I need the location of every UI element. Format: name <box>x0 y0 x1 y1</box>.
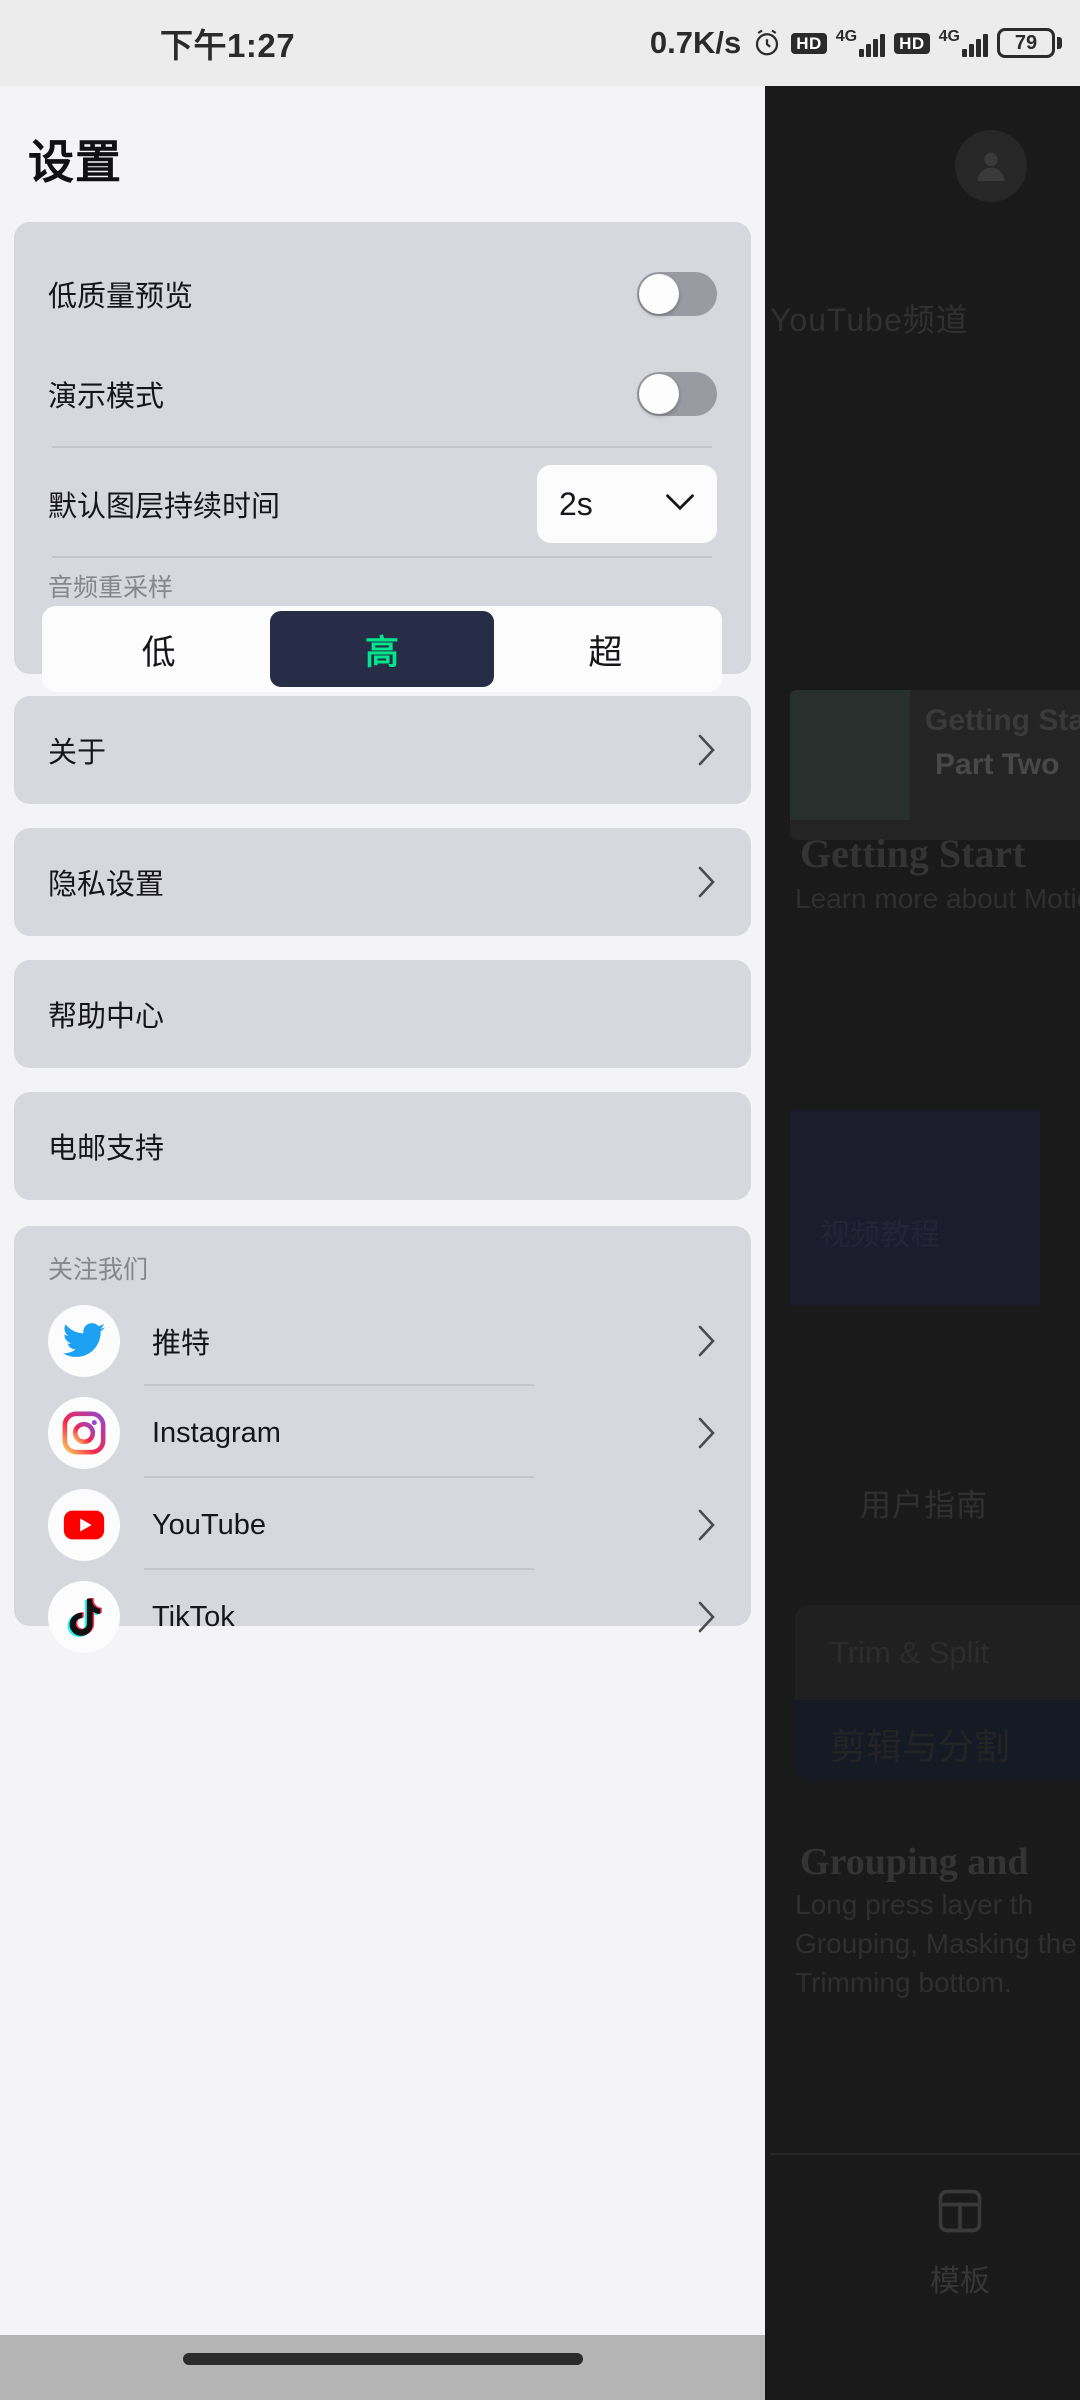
social-item-tiktok[interactable]: TikTok <box>14 1574 751 1660</box>
template-grid-icon <box>934 2185 986 2242</box>
segment-low[interactable]: 低 <box>47 611 270 687</box>
twitter-icon <box>48 1305 120 1377</box>
chevron-down-icon <box>665 493 695 516</box>
instagram-label: Instagram <box>152 1416 281 1449</box>
tutorial-heading-two: Grouping and <box>800 1841 1029 1883</box>
tutorial-overlay-line2: Part Two <box>935 748 1060 781</box>
demo-mode-label: 演示模式 <box>48 381 165 413</box>
network-type-2: 4G <box>938 28 960 45</box>
chevron-right-icon <box>697 1600 717 1634</box>
about-label: 关于 <box>48 737 107 769</box>
chevron-right-icon <box>697 865 717 899</box>
divider <box>52 446 712 448</box>
tutorial-overlay-line1: Getting Star <box>925 704 1080 737</box>
tutorial-body-one: Learn more about Motion! <box>795 883 1080 914</box>
social-item-twitter[interactable]: 推特 <box>14 1298 751 1384</box>
segment-high[interactable]: 高 <box>270 611 494 687</box>
home-indicator[interactable] <box>182 2353 583 2365</box>
audio-resample-segmented-control[interactable]: 低 高 超 <box>42 606 722 692</box>
hd-badge-1: HD <box>791 32 827 54</box>
page-title: 设置 <box>28 136 122 188</box>
tutorial-card-one[interactable]: Getting Star Part Two <box>790 690 1080 840</box>
row-demo-mode[interactable]: 演示模式 <box>14 346 751 442</box>
divider <box>144 1384 534 1386</box>
audio-resample-label: 音频重采样 <box>48 574 174 602</box>
divider <box>52 556 712 558</box>
default-layer-duration-label: 默认图层持续时间 <box>48 491 281 523</box>
follow-us-title: 关注我们 <box>48 1256 149 1284</box>
tutorial-heading-one: Getting Start <box>800 831 1026 876</box>
chevron-right-icon <box>697 1416 717 1450</box>
tutorial-card-two-band: 剪辑与分割 <box>795 1700 1080 1780</box>
bottom-nav-divider <box>770 2153 1080 2155</box>
tutorial-body-two: Long press layer th Grouping, Masking th… <box>795 1889 1080 1999</box>
tutorial-block[interactable]: 视频教程 <box>790 1110 1040 1305</box>
tutorial-thumbnail <box>790 690 910 820</box>
menu-item-help-center[interactable]: 帮助中心 <box>14 960 751 1068</box>
segment-ultra[interactable]: 超 <box>494 611 717 687</box>
tiktok-label: TikTok <box>152 1600 235 1633</box>
account-avatar-icon[interactable] <box>955 130 1027 202</box>
toggle-knob <box>639 274 679 314</box>
tab-templates[interactable]: 模板 <box>880 2185 1040 2300</box>
demo-mode-toggle[interactable] <box>637 372 717 416</box>
youtube-channel-link[interactable]: YouTube频道 <box>770 295 969 341</box>
help-center-label: 帮助中心 <box>48 1001 165 1033</box>
divider <box>144 1568 534 1570</box>
preferences-card: 低质量预览 演示模式 默认图层持续时间 2s 音频重采样 低 高 超 <box>14 222 751 692</box>
menu-item-privacy[interactable]: 隐私设置 <box>14 828 751 936</box>
status-bar-time: 下午1:27 <box>160 27 296 64</box>
tutorial-card-two[interactable]: Trim & Split 剪辑与分割 <box>795 1605 1080 1780</box>
tab-templates-label: 模板 <box>930 2265 990 2298</box>
follow-us-card: 关注我们 推特 Instagram YouTube TikTok <box>14 1226 751 1653</box>
low-quality-preview-toggle[interactable] <box>637 272 717 316</box>
battery-icon: 79 <box>997 28 1062 58</box>
row-low-quality-preview[interactable]: 低质量预览 <box>14 246 751 342</box>
default-layer-duration-value: 2s <box>559 485 593 522</box>
signal-bars-1: 4G <box>835 28 886 57</box>
low-quality-preview-label: 低质量预览 <box>48 281 194 313</box>
chevron-right-icon <box>697 733 717 767</box>
tutorial-block-label: 视频教程 <box>820 1219 940 1252</box>
tiktok-icon <box>48 1581 120 1653</box>
privacy-label: 隐私设置 <box>48 869 165 901</box>
menu-item-about[interactable]: 关于 <box>14 696 751 804</box>
menu-item-email-support[interactable]: 电邮支持 <box>14 1092 751 1200</box>
hd-badge-2: HD <box>894 32 930 54</box>
phone-screen: YouTube频道 Getting Star Part Two Getting … <box>0 0 1080 2400</box>
status-bar: 下午1:27 0.7K/s HD 4G HD 4G 79 <box>0 0 1080 86</box>
twitter-label: 推特 <box>152 1328 211 1360</box>
social-item-youtube[interactable]: YouTube <box>14 1482 751 1568</box>
network-type-1: 4G <box>835 28 858 45</box>
social-item-instagram[interactable]: Instagram <box>14 1390 751 1476</box>
tutorial-card-two-subtitle: 剪辑与分割 <box>830 1726 1011 1767</box>
divider <box>144 1476 534 1478</box>
alarm-clock-icon <box>752 28 782 58</box>
network-speed-text: 0.7K/s <box>649 25 742 60</box>
youtube-icon <box>48 1489 120 1561</box>
default-layer-duration-select[interactable]: 2s <box>537 465 717 543</box>
instagram-icon <box>48 1397 120 1469</box>
system-navigation-bar <box>0 2335 765 2400</box>
user-guide-link[interactable]: 用户指南 <box>860 1480 988 1525</box>
settings-drawer: 设置 低质量预览 演示模式 默认图层持续时间 2s 音频重采样 低 高 超 关于… <box>0 86 765 2335</box>
youtube-label: YouTube <box>152 1508 266 1541</box>
row-default-layer-duration[interactable]: 默认图层持续时间 2s <box>14 454 751 554</box>
toggle-knob <box>639 374 679 414</box>
status-bar-icons: 0.7K/s HD 4G HD 4G 79 <box>650 25 1062 61</box>
battery-percent-text: 79 <box>1014 31 1038 54</box>
email-support-label: 电邮支持 <box>48 1133 165 1165</box>
signal-bars-2: 4G <box>939 29 988 57</box>
tutorial-card-two-title: Trim & Split <box>830 1635 990 1670</box>
chevron-right-icon <box>697 1324 717 1358</box>
chevron-right-icon <box>697 1508 717 1542</box>
